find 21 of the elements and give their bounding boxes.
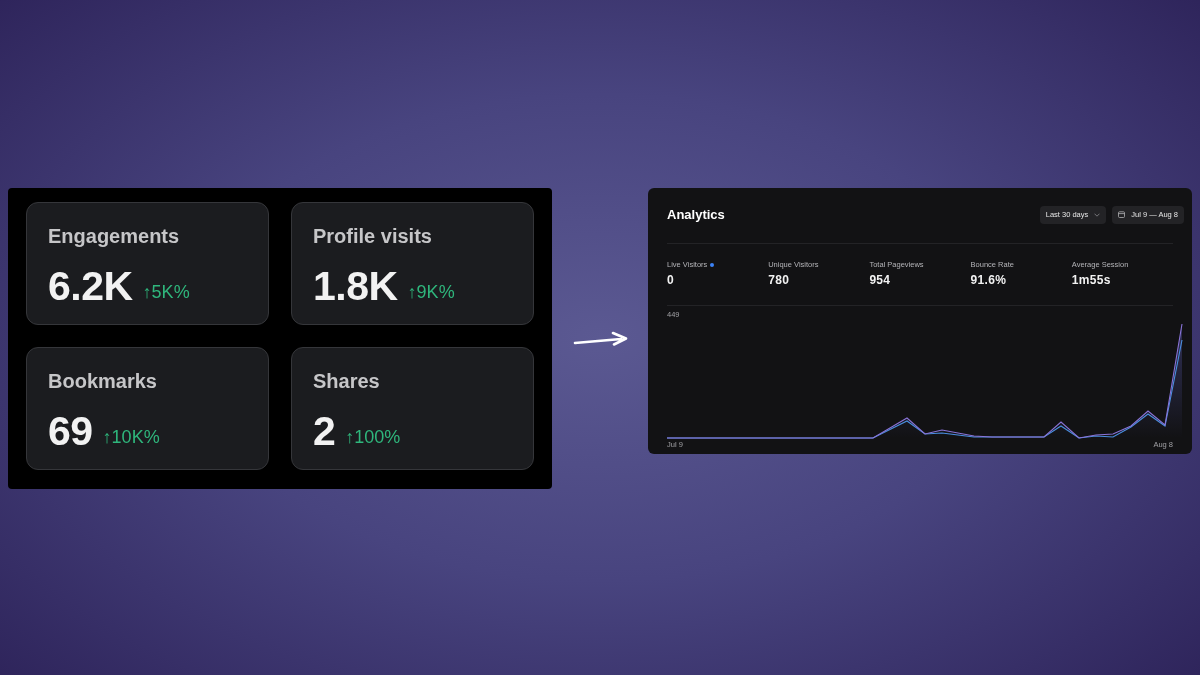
stat-change: ↑10K% [102, 426, 160, 448]
stat-value: 6.2K [48, 264, 133, 308]
stat-label: Shares [313, 369, 381, 394]
stat-change: ↑100% [345, 426, 401, 448]
stat-value: 2 [313, 409, 336, 453]
metric-value: 954 [869, 272, 892, 288]
stat-change: ↑5K% [142, 281, 190, 303]
calendar-icon [1118, 211, 1126, 219]
metric-value: 1m55s [1071, 272, 1112, 288]
metric-value: 780 [768, 272, 791, 288]
right-arrow-icon [573, 330, 629, 346]
analytics-title: Analytics [667, 206, 725, 224]
stat-change: ↑9K% [407, 281, 455, 303]
stat-label: Profile visits [313, 224, 433, 249]
stat-value: 1.8K [313, 264, 398, 308]
metric-value: 91.6% [970, 272, 1008, 288]
stat-label: Bookmarks [48, 369, 158, 394]
metric-value: 0 [667, 272, 675, 288]
stat-label: Engagements [48, 224, 181, 249]
chevron-down-icon [1094, 212, 1101, 217]
stat-value: 69 [48, 409, 93, 453]
